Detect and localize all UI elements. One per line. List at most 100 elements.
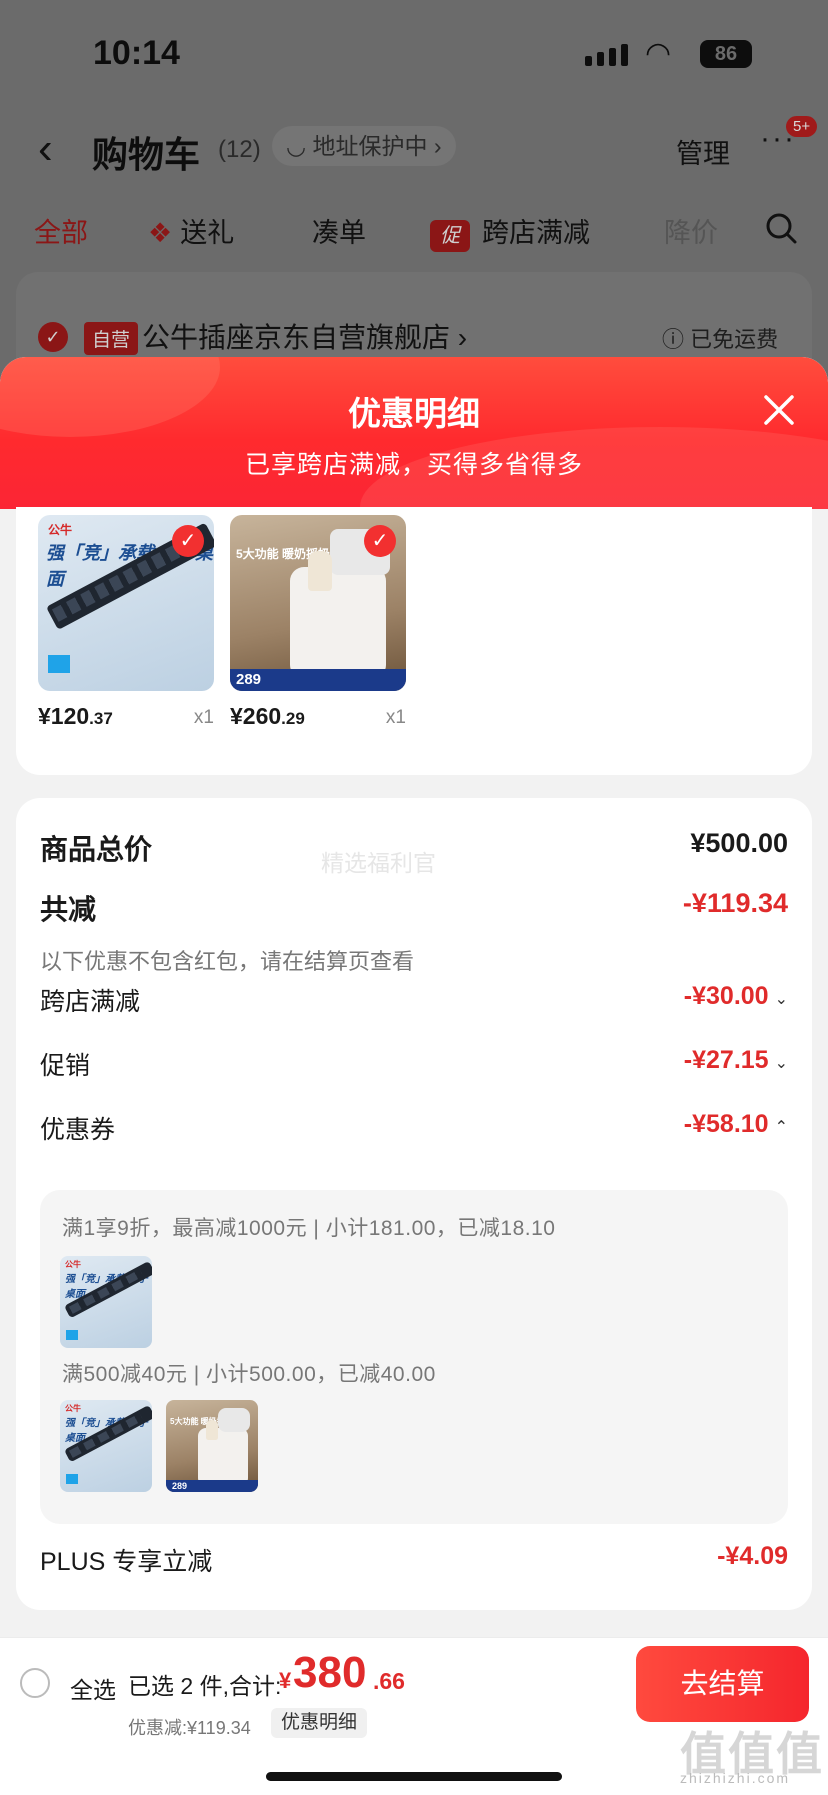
coupon-rule-1: 满1享9折，最高减1000元 | 小计181.00，已减18.10 [62, 1217, 556, 1240]
promo-tag-icon: 促 [430, 220, 470, 252]
tab-bundle[interactable]: 凑单 [312, 211, 366, 250]
product-price-main: ¥120 [38, 703, 90, 729]
total-price-value: ¥500.00 [690, 828, 788, 858]
shop-name[interactable]: 公牛插座京东自营旗舰店 › [142, 316, 467, 356]
address-protection-pill[interactable]: ◡ 地址保护中 › [272, 126, 456, 166]
discount-amount: -¥30.00 [683, 982, 769, 1010]
thumb-brand: 公牛 [65, 1260, 81, 1269]
home-indicator [266, 1772, 562, 1781]
red-packet-note: 以下优惠不包含红包，请在结算页查看 [40, 949, 415, 974]
product-image-power-strip: 公牛 强「竞」承载 隐于桌面 ✓ [38, 515, 214, 691]
free-shipping-label: 已免运费 [690, 327, 779, 352]
discount-total: 优惠减:¥119.34 [128, 1718, 251, 1738]
tab-gift[interactable]: ❖ 送礼 [148, 211, 234, 250]
total-amount-decimal: .66 [373, 1668, 405, 1694]
discount-value: -¥27.15 ⌄ [684, 1046, 788, 1075]
plus-discount-value: -¥4.09 [717, 1542, 788, 1570]
manage-button[interactable]: 管理 [676, 132, 730, 171]
discount-value: -¥58.10 ⌃ [684, 1110, 788, 1139]
selected-count: 已选 2 件,合计: [128, 1673, 282, 1699]
battery-icon: 86 [700, 40, 752, 68]
coupon-product-thumb: 公牛 强「竞」承载 隐于桌面 [60, 1256, 152, 1348]
checked-icon: ✓ [364, 525, 396, 557]
warmer-lid-shape [218, 1408, 250, 1432]
select-all-checkbox[interactable] [20, 1668, 50, 1698]
checked-icon: ✓ [172, 525, 204, 557]
total-reduction-value: -¥119.34 [682, 888, 788, 918]
sheet-subtitle: 已享跨店满减，买得多省得多 [244, 451, 583, 479]
thumb-price-tag: 289 [166, 1480, 258, 1492]
thumb-brand: 公牛 [48, 523, 73, 537]
tab-cross-store-label: 跨店满减 [482, 218, 590, 248]
chevron-down-icon: ⌄ [774, 991, 788, 1008]
product-price: ¥120.37 [38, 703, 113, 730]
page-title: 购物车 [92, 134, 201, 175]
coupon-rule-2: 满500减40元 | 小计500.00，已减40.00 [62, 1363, 436, 1386]
plug-shape [48, 655, 70, 673]
close-icon[interactable] [760, 391, 798, 429]
coupon-product-thumb: 公牛 强「竞」承载 隐于桌面 [60, 1400, 152, 1492]
discount-label: 跨店满减 [40, 988, 141, 1016]
shop-name-label: 公牛插座京东自营旗舰店 [142, 322, 451, 353]
product-item[interactable]: 公牛 强「竞」承载 隐于桌面 ✓ ¥120.37 x1 [38, 515, 214, 729]
discount-detail-sheet: 优惠明细 已享跨店满减，买得多省得多 公牛 强「竞」承载 隐于桌面 ✓ ¥120… [0, 357, 828, 1795]
sheet-header: 优惠明细 已享跨店满减，买得多省得多 [0, 357, 828, 509]
status-time: 10:14 [93, 34, 180, 72]
product-price-decimal: .37 [89, 709, 113, 728]
status-bar: 10:14 ◠ 86 [0, 0, 828, 110]
tab-cross-store[interactable]: 促跨店满减 [430, 211, 590, 252]
thumb-brand: 公牛 [65, 1404, 81, 1413]
cart-filter-tabs: 全部 ❖ 送礼 凑单 促跨店满减 降价 [0, 205, 828, 255]
tab-all[interactable]: 全部 [34, 211, 88, 250]
select-all-label[interactable]: 全选 [70, 1671, 116, 1705]
thumb-price-tag: 289 [230, 669, 406, 691]
watermark-text: 精选福利官 [321, 850, 436, 876]
self-operated-tag: 自营 [84, 322, 139, 355]
chevron-up-icon: ⌃ [774, 1119, 788, 1136]
message-badge: 5+ [786, 116, 818, 137]
product-qty: x1 [193, 707, 214, 728]
total-price-label: 商品总价 [40, 834, 153, 865]
back-icon[interactable]: ‹ [38, 124, 53, 174]
product-item[interactable]: 5大功能 暖奶摇奶一体 289 ✓ ¥260.29 x1 [230, 515, 406, 729]
search-icon[interactable] [764, 211, 798, 245]
checkout-button[interactable]: 去结算 [636, 1646, 809, 1722]
tab-gift-label: 送礼 [180, 218, 235, 248]
gift-icon: ❖ [148, 218, 173, 248]
free-shipping: ⓘ 已免运费 [662, 327, 779, 352]
discount-value: -¥30.00 ⌄ [684, 982, 788, 1011]
sheet-title: 优惠明细 [348, 395, 480, 432]
discount-amount: -¥58.10 [683, 1110, 769, 1138]
discount-label: 促销 [40, 1052, 91, 1080]
product-price-main: ¥260 [230, 703, 282, 729]
product-qty: x1 [385, 707, 406, 728]
chevron-down-icon: ⌄ [774, 1055, 788, 1072]
discount-amount: -¥27.15 [683, 1046, 769, 1074]
plug-shape [66, 1474, 78, 1484]
plug-shape [66, 1330, 78, 1340]
total-currency: ¥ [279, 1668, 292, 1693]
coupon-product-thumb: 5大功能 暖奶摇奶一体 289 [166, 1400, 258, 1492]
site-watermark-url: zhizhizhi.com [680, 1770, 791, 1786]
total-amount-integer: 380 [293, 1648, 367, 1697]
plus-discount-label: PLUS 专享立减 [40, 1548, 213, 1576]
bottle-shape [206, 1420, 218, 1440]
discount-label: 优惠券 [40, 1116, 116, 1144]
discount-summary-card: 精选福利官 商品总价 ¥500.00 共减 -¥119.34 以下优惠不包含红包… [16, 798, 812, 1610]
product-list-card: 公牛 强「竞」承载 隐于桌面 ✓ ¥120.37 x1 5大功能 暖奶摇奶一体 … [16, 507, 812, 775]
address-protection-label: 地址保护中 [312, 133, 428, 159]
product-price-decimal: .29 [281, 709, 305, 728]
discount-detail-button[interactable]: 优惠明细 [271, 1708, 368, 1738]
bottle-shape [308, 551, 332, 591]
tab-price-drop[interactable]: 降价 [664, 211, 718, 250]
warmer-body-shape [290, 567, 386, 679]
cart-navbar: ‹ 购物车 (12) ◡ 地址保护中 › 管理 ··· 5+ [0, 116, 828, 180]
wifi-icon: ◠ [645, 37, 672, 70]
total-reduction-label: 共减 [40, 894, 97, 925]
product-image-bottle-warmer: 5大功能 暖奶摇奶一体 289 ✓ [230, 515, 406, 691]
shop-checkbox[interactable]: ✓ [38, 322, 68, 352]
cart-count: (12) [218, 136, 261, 163]
coupon-detail-box: 满1享9折，最高减1000元 | 小计181.00，已减18.10 公牛 强「竞… [40, 1190, 788, 1524]
product-price: ¥260.29 [230, 703, 305, 730]
signal-icon [585, 44, 628, 66]
